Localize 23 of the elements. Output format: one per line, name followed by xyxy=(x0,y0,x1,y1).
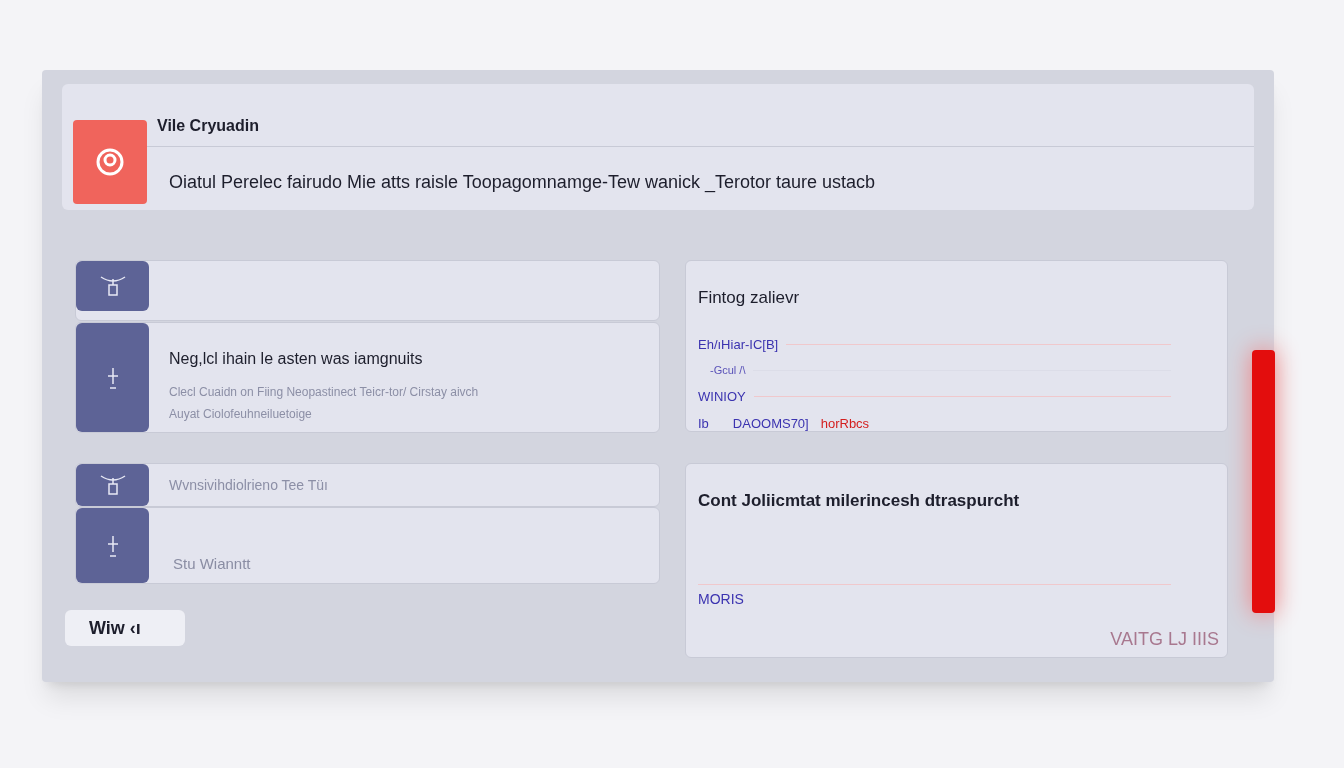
item-detail: Stu Wianntt xyxy=(172,553,251,574)
card-title: Fintog zalievr xyxy=(698,287,801,309)
header-subtitle: Oiatul Perelec fairudo Mie atts raisle Toopagomnamge-Tew wanick _Terotor taure ustacb xyxy=(168,171,877,195)
item-title: Neg,lcl ihain le asten was iamgnuits xyxy=(169,349,424,369)
flag-label: horRbcs xyxy=(820,415,870,433)
info-note: -Gcul /\ xyxy=(710,363,746,378)
card-tag: MORIS xyxy=(698,588,1171,610)
list-item[interactable]: Neg,lcl ihain le asten was iamgnuits Clecl Cuaidn on Fiing Neopastinect Teicr-tor/ Cirstay aivch Auyat Ciolofeuhneiluetoige xyxy=(75,322,660,433)
card-footer: VAITG LJ IIIS xyxy=(1110,625,1219,653)
app-logo-icon xyxy=(73,120,147,204)
figure-icon xyxy=(105,534,120,557)
card-title: Cont Joliicmtat milerincesh dtraspurcht xyxy=(698,490,1021,512)
action-button[interactable]: Wiw ‹ı xyxy=(65,610,185,646)
info-index: Ib xyxy=(698,415,709,433)
header-title: Vile Cryuadin xyxy=(147,114,1254,147)
info-label: WINIOY xyxy=(698,387,746,406)
item-detail: Clecl Cuaidn on Fiing Neopastinect Teicr-tor/ Cirstay aivch xyxy=(169,384,479,401)
info-label: Eh/ıHiar-IC[B] xyxy=(698,335,779,354)
figure-icon xyxy=(105,366,120,389)
info-code: DAOOMS70] xyxy=(732,415,809,433)
list-item[interactable] xyxy=(75,260,660,321)
item-detail: Wvnsivihdiolrieno Tee Tüı xyxy=(168,475,328,495)
item-detail: Auyat Ciolofeuhneiluetoige xyxy=(169,406,313,423)
